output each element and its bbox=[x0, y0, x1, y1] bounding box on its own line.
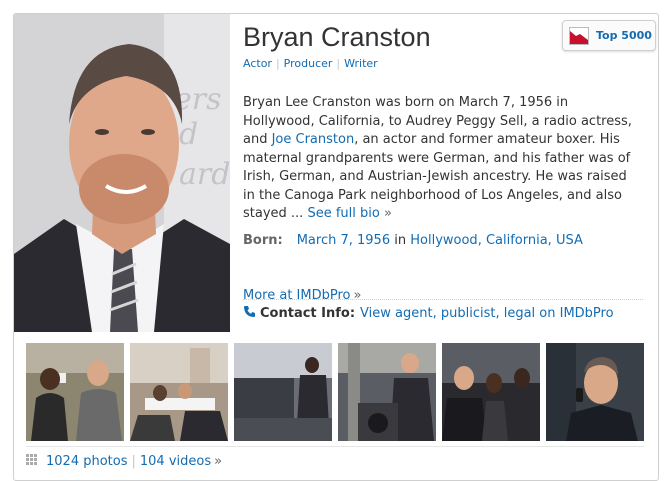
bio-summary: Bryan Lee Cranston was born on March 7, … bbox=[243, 94, 653, 224]
media-footer: 1024 photos | 104 videos» bbox=[26, 454, 222, 469]
videos-link[interactable]: 104 videos bbox=[140, 454, 211, 469]
trend-down-chart-icon bbox=[569, 27, 589, 45]
portrait-image: ers d ard bbox=[14, 14, 230, 332]
contact-info: Contact Info: View agent, publicist, lega… bbox=[243, 305, 614, 321]
more-at-imdbpro: More at IMDbPro» bbox=[243, 288, 361, 303]
arrow-glyph: » bbox=[214, 454, 223, 469]
media-separator: | bbox=[131, 454, 136, 469]
more-at-imdbpro-link[interactable]: More at IMDbPro bbox=[243, 288, 351, 303]
contact-info-label: Contact Info: bbox=[260, 306, 356, 321]
bio-line: Irish, German, and Austrian-Jewish ances… bbox=[243, 169, 627, 184]
contact-info-link[interactable]: View agent, publicist, legal on IMDbPro bbox=[360, 306, 614, 321]
photo-thumbnail-strip bbox=[26, 343, 644, 441]
birth-date-link[interactable]: March 7, 1956 bbox=[297, 233, 390, 248]
starmeter-badge[interactable]: Top 5000 bbox=[562, 20, 656, 51]
arrow-glyph: » bbox=[353, 288, 362, 303]
birth-place-link[interactable]: Hollywood, California, USA bbox=[410, 233, 583, 248]
photo-thumbnail[interactable] bbox=[26, 343, 124, 441]
photos-link[interactable]: 1024 photos bbox=[46, 454, 128, 469]
see-full-bio-link[interactable]: See full bio bbox=[307, 206, 379, 221]
person-photo[interactable]: ers d ard bbox=[14, 14, 230, 332]
person-name: Bryan Cranston bbox=[243, 22, 431, 52]
photo-thumbnail[interactable] bbox=[546, 343, 644, 441]
bio-line: Bryan Lee Cranston was born on March 7, … bbox=[243, 95, 569, 110]
bio-line: Hollywood, California, to Audrey Peggy S… bbox=[243, 113, 632, 129]
role-separator: | bbox=[336, 57, 341, 70]
phone-icon bbox=[243, 305, 256, 318]
photo-thumbnail[interactable] bbox=[130, 343, 228, 441]
footer-divider bbox=[26, 446, 644, 447]
bio-text: stayed ... bbox=[243, 206, 308, 221]
role-link-writer[interactable]: Writer bbox=[344, 57, 378, 70]
photo-thumbnail[interactable] bbox=[442, 343, 540, 441]
bio-line: and Joe Cranston, an actor and former am… bbox=[243, 131, 653, 150]
joe-cranston-link[interactable]: Joe Cranston bbox=[272, 132, 355, 147]
arrow-glyph: » bbox=[383, 206, 392, 221]
role-link-actor[interactable]: Actor bbox=[243, 57, 272, 70]
bio-line: maternal grandparents were German, and h… bbox=[243, 150, 631, 166]
bio-text: , an actor and former amateur boxer. His bbox=[354, 132, 620, 147]
bio-line: in the Canoga Park neighborhood of Los A… bbox=[243, 187, 622, 203]
top-5000-label: Top 5000 bbox=[596, 29, 652, 42]
role-separator: | bbox=[275, 57, 280, 70]
svg-text:ard: ard bbox=[179, 157, 230, 192]
job-categories: Actor | Producer | Writer bbox=[243, 57, 378, 70]
photo-thumbnail[interactable] bbox=[338, 343, 436, 441]
grid-icon bbox=[26, 454, 37, 465]
bio-line: stayed ... See full bio » bbox=[243, 205, 653, 224]
photo-thumbnail[interactable] bbox=[234, 343, 332, 441]
born-in-text: in bbox=[394, 233, 407, 248]
bio-text: and bbox=[243, 132, 272, 147]
born-label: Born: bbox=[243, 233, 283, 248]
dotted-divider bbox=[243, 299, 643, 300]
role-link-producer[interactable]: Producer bbox=[284, 57, 333, 70]
person-overview-card: ers d ard Bryan Cranston Actor | Produce… bbox=[13, 13, 659, 481]
birth-info: Born: March 7, 1956 in Hollywood, Califor… bbox=[243, 233, 583, 248]
